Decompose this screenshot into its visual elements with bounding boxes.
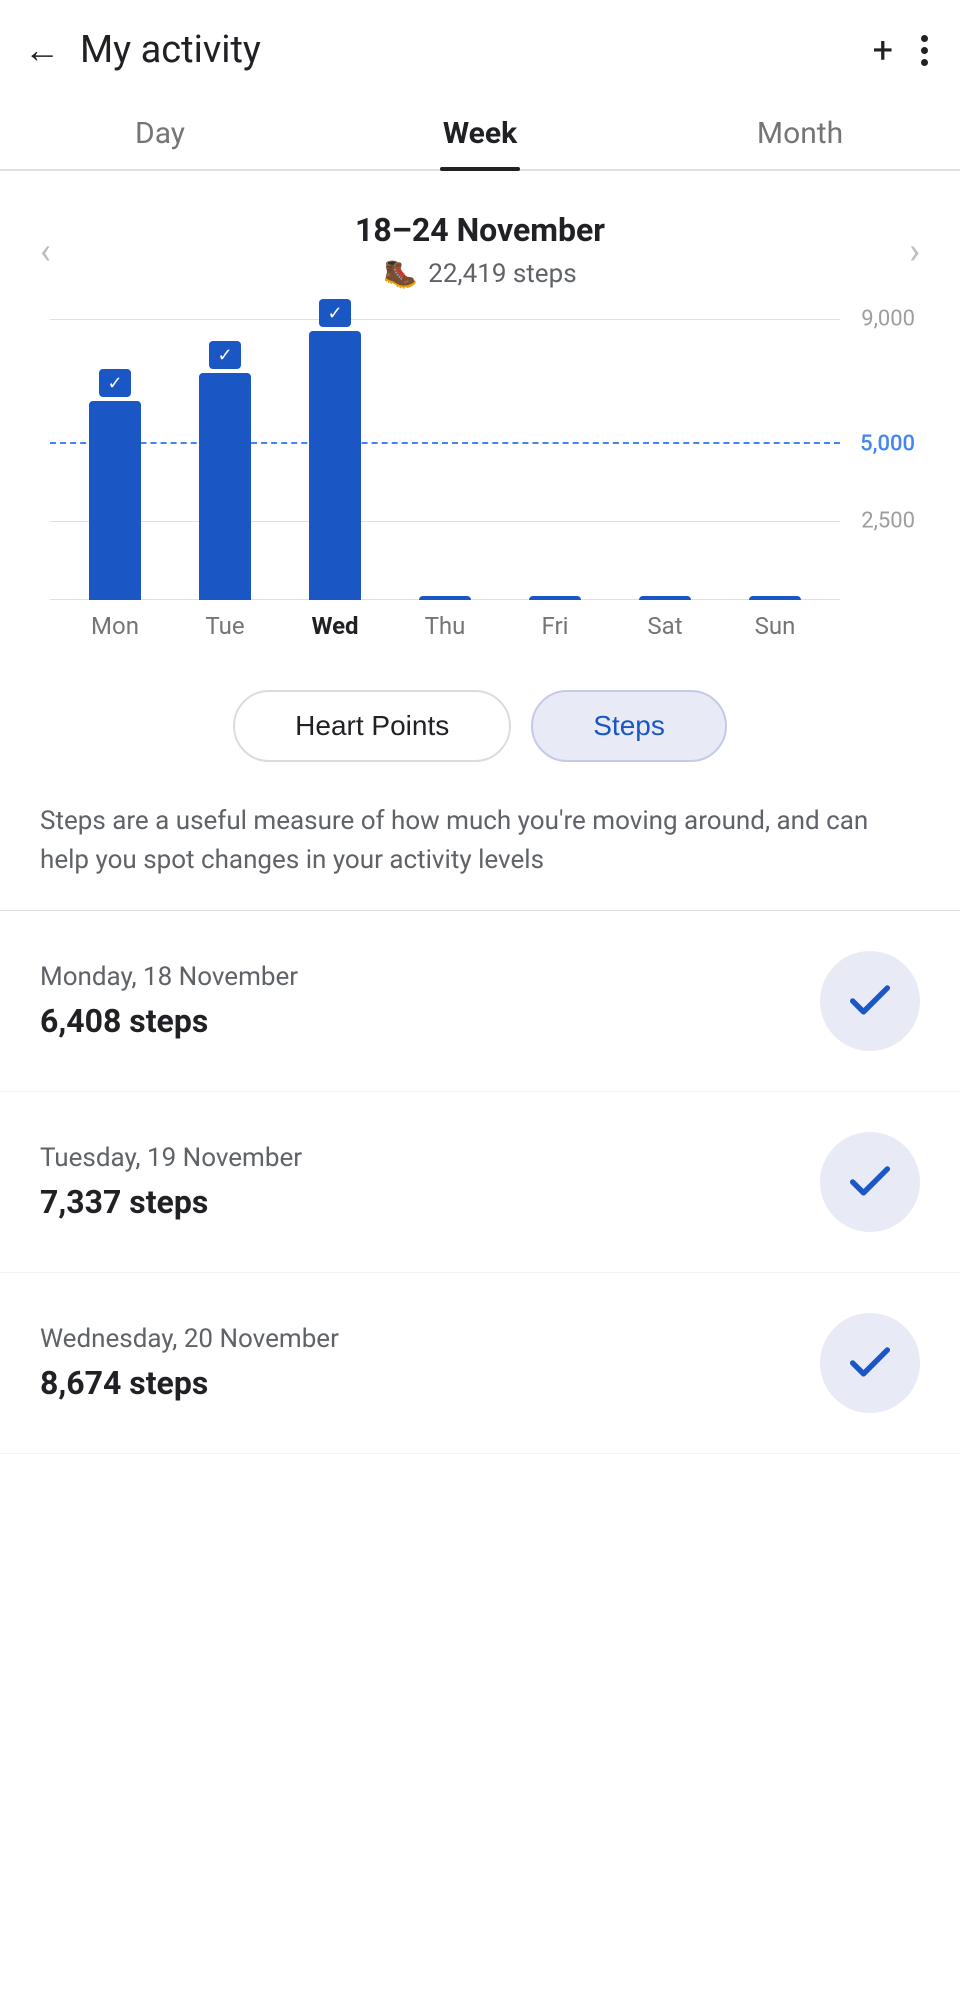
dot-icon [921, 35, 928, 42]
dot-icon [921, 59, 928, 66]
bar-fri [529, 596, 581, 600]
bar-check-mon: ✓ [99, 369, 131, 397]
prev-week-button[interactable]: ‹ [40, 230, 51, 272]
back-button[interactable]: ← [24, 32, 60, 68]
more-options-button[interactable] [921, 35, 928, 66]
bar-col-sun [720, 320, 830, 600]
entry-date-wed: Wednesday, 20 November [40, 1324, 339, 1354]
toggle-row: Heart Points Steps [0, 690, 960, 762]
entry-steps-wed: 8,674 steps [40, 1364, 339, 1402]
bar-col-tue: ✓ [170, 320, 280, 600]
entry-steps-tue: 7,337 steps [40, 1183, 302, 1221]
steps-chart: 9,000 5,000 2,500 ✓ ✓ [0, 300, 960, 650]
bar-thu [419, 596, 471, 600]
tab-week[interactable]: Week [320, 92, 640, 169]
day-label-thu: Thu [390, 606, 500, 640]
chart-area: 9,000 5,000 2,500 ✓ ✓ [50, 320, 840, 640]
day-label-sun: Sun [720, 606, 830, 640]
list-item[interactable]: Monday, 18 November 6,408 steps [0, 911, 960, 1092]
entry-date-tue: Tuesday, 19 November [40, 1143, 302, 1173]
day-label-tue: Tue [170, 606, 280, 640]
bar-col-thu [390, 320, 500, 600]
week-date-range: 18–24 November [355, 211, 605, 249]
entry-steps-mon: 6,408 steps [40, 1002, 298, 1040]
entry-info-tue: Tuesday, 19 November 7,337 steps [40, 1143, 302, 1221]
grid-label-9000: 9,000 [861, 307, 915, 332]
bar-check-wed: ✓ [319, 299, 351, 327]
heart-points-toggle[interactable]: Heart Points [233, 690, 511, 762]
goal-check-mon [820, 951, 920, 1051]
bar-sun [749, 596, 801, 600]
dot-icon [921, 47, 928, 54]
steps-icon: 🥾 [383, 257, 418, 290]
bar-wed: ✓ [309, 331, 361, 600]
tabs-row: Day Week Month [0, 92, 960, 171]
bar-tue: ✓ [199, 373, 251, 600]
goal-check-tue [820, 1132, 920, 1232]
bar-col-sat [610, 320, 720, 600]
bar-col-fri [500, 320, 610, 600]
header-actions: + [873, 29, 928, 71]
entry-date-mon: Monday, 18 November [40, 962, 298, 992]
bars-container: ✓ ✓ ✓ [50, 320, 840, 600]
tab-day[interactable]: Day [0, 92, 320, 169]
grid-label-2500: 2,500 [861, 509, 915, 534]
bar-col-mon: ✓ [60, 320, 170, 600]
day-label-fri: Fri [500, 606, 610, 640]
next-week-button[interactable]: › [909, 230, 920, 272]
entry-info-wed: Wednesday, 20 November 8,674 steps [40, 1324, 339, 1402]
grid-label-5000: 5,000 [860, 432, 915, 457]
entry-info-mon: Monday, 18 November 6,408 steps [40, 962, 298, 1040]
list-item[interactable]: Tuesday, 19 November 7,337 steps [0, 1092, 960, 1273]
list-item[interactable]: Wednesday, 20 November 8,674 steps [0, 1273, 960, 1454]
add-button[interactable]: + [873, 29, 893, 71]
goal-check-wed [820, 1313, 920, 1413]
steps-toggle[interactable]: Steps [531, 690, 727, 762]
day-labels: Mon Tue Wed Thu Fri Sat Sun [50, 606, 840, 640]
steps-description: Steps are a useful measure of how much y… [0, 782, 960, 911]
week-total-steps: 🥾 22,419 steps [355, 257, 605, 290]
bar-mon: ✓ [89, 401, 141, 600]
bar-sat [639, 596, 691, 600]
tab-month[interactable]: Month [640, 92, 960, 169]
day-label-mon: Mon [60, 606, 170, 640]
week-navigation: ‹ 18–24 November 🥾 22,419 steps › [0, 171, 960, 300]
week-info: 18–24 November 🥾 22,419 steps [355, 211, 605, 290]
header: ← My activity + [0, 0, 960, 92]
page-title: My activity [80, 28, 873, 72]
bar-col-wed: ✓ [280, 320, 390, 600]
day-label-wed: Wed [280, 606, 390, 640]
day-label-sat: Sat [610, 606, 720, 640]
bar-check-tue: ✓ [209, 341, 241, 369]
